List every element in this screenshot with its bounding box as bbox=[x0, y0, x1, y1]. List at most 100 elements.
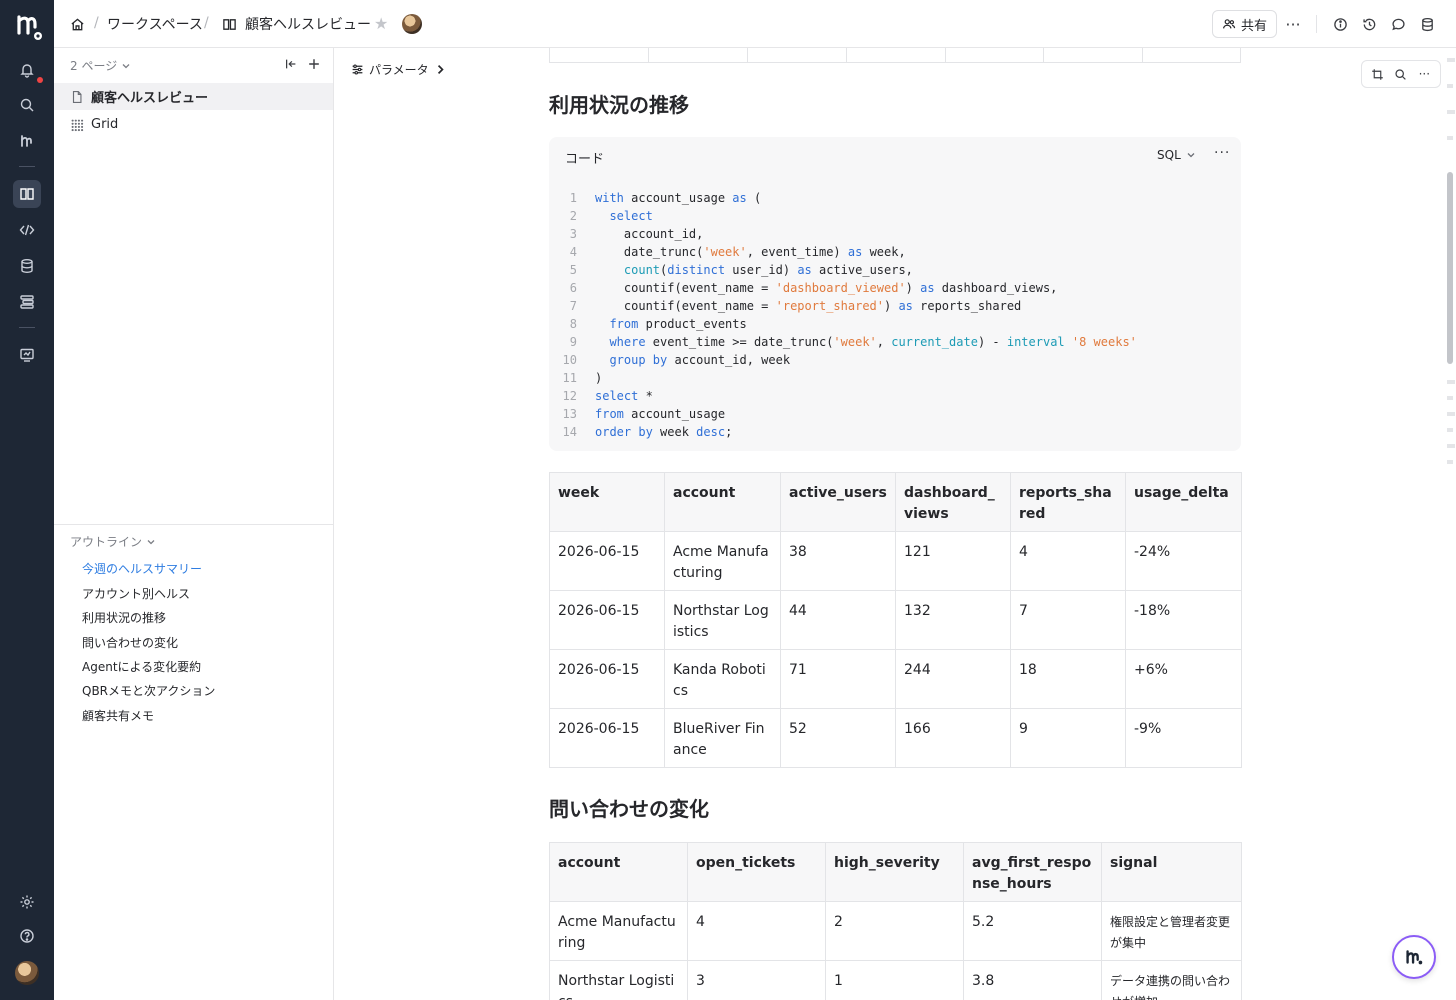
table-cell[interactable]: Northstar Logistics bbox=[549, 960, 688, 1000]
table-cell[interactable]: 5.2 bbox=[963, 901, 1102, 961]
table-cell[interactable]: 38 bbox=[780, 531, 896, 591]
collapse-sidebar-icon[interactable] bbox=[283, 56, 299, 72]
language-label: SQL bbox=[1157, 148, 1181, 162]
table-cell[interactable]: 権限設定と管理者変更が集中 bbox=[1101, 901, 1242, 961]
app-rail bbox=[0, 0, 54, 1000]
scrollbar-thumb[interactable] bbox=[1447, 172, 1453, 364]
book-icon[interactable] bbox=[13, 180, 41, 208]
table-cell[interactable]: データ連携の問い合わせが増加 bbox=[1101, 960, 1242, 1000]
share-button[interactable]: 共有 bbox=[1212, 10, 1277, 38]
users-icon bbox=[1222, 19, 1236, 29]
page-item-grid[interactable]: Grid bbox=[54, 111, 333, 138]
pages-dropdown[interactable]: 2 ページ bbox=[70, 57, 131, 74]
table-cell[interactable]: Acme Manufacturing bbox=[549, 901, 688, 961]
table-cell[interactable]: Northstar Logistics bbox=[664, 590, 781, 650]
table-cell[interactable]: BlueRiver Finance bbox=[664, 708, 781, 768]
table-cell[interactable]: +6% bbox=[1125, 649, 1242, 709]
layers-icon[interactable] bbox=[15, 290, 39, 314]
code-line: 11) bbox=[562, 371, 603, 385]
table-cell[interactable]: 2 bbox=[825, 901, 964, 961]
home-icon[interactable] bbox=[70, 0, 85, 48]
app-logo[interactable] bbox=[13, 12, 43, 42]
outline-item[interactable]: 今週のヘルスサマリー bbox=[82, 560, 202, 577]
hex-logo-icon[interactable] bbox=[15, 129, 39, 153]
assistant-launcher-button[interactable] bbox=[1392, 935, 1436, 979]
table-cell[interactable]: 4 bbox=[1010, 531, 1126, 591]
outline-item[interactable]: 顧客共有メモ bbox=[82, 707, 154, 724]
gear-icon[interactable] bbox=[15, 890, 39, 914]
code-editor[interactable]: 1 with account_usage as ( 2 select 3 acco… bbox=[549, 189, 1241, 441]
help-icon[interactable] bbox=[15, 924, 39, 948]
data-icon[interactable] bbox=[1418, 15, 1436, 33]
user-avatar[interactable] bbox=[15, 961, 39, 985]
table-cell[interactable]: 244 bbox=[895, 649, 1011, 709]
column-header[interactable]: account bbox=[664, 472, 781, 532]
column-header[interactable]: signal bbox=[1101, 842, 1242, 902]
table-cell[interactable]: 7 bbox=[1010, 590, 1126, 650]
table-cell[interactable]: 2026-06-15 bbox=[549, 531, 665, 591]
dashboard-icon[interactable] bbox=[15, 343, 39, 367]
table-cell[interactable]: -18% bbox=[1125, 590, 1242, 650]
bell-icon[interactable] bbox=[15, 58, 39, 82]
column-header[interactable]: usage_delta bbox=[1125, 472, 1242, 532]
more-icon[interactable]: ··· bbox=[1214, 145, 1230, 161]
table-cell[interactable]: 71 bbox=[780, 649, 896, 709]
table-cell[interactable]: -9% bbox=[1125, 708, 1242, 768]
database-icon[interactable] bbox=[15, 254, 39, 278]
table-cell[interactable]: 132 bbox=[895, 590, 1011, 650]
outline-item[interactable]: 利用状況の推移 bbox=[82, 609, 166, 626]
column-header[interactable]: high_severity bbox=[825, 842, 964, 902]
star-icon[interactable]: ★ bbox=[374, 14, 388, 33]
outline-item[interactable]: 問い合わせの変化 bbox=[82, 634, 178, 651]
column-header[interactable]: dashboard_views bbox=[895, 472, 1011, 532]
table-row: Acme Manufacturing 4 2 5.2 権限設定と管理者変更が集中 bbox=[549, 901, 1242, 961]
crop-icon[interactable] bbox=[1370, 66, 1386, 82]
outline-toggle[interactable]: アウトライン bbox=[70, 533, 156, 550]
table-cell[interactable]: Acme Manufacturing bbox=[664, 531, 781, 591]
history-icon[interactable] bbox=[1360, 15, 1378, 33]
outline-item[interactable]: Agentによる変化要約 bbox=[82, 658, 201, 675]
table-cell[interactable]: 2026-06-15 bbox=[549, 590, 665, 650]
column-header[interactable]: open_tickets bbox=[687, 842, 826, 902]
add-page-icon[interactable] bbox=[306, 56, 322, 72]
breadcrumb-workspace[interactable]: ワークスペース bbox=[107, 0, 203, 48]
code-line: 7 countif(event_name = 'report_shared') … bbox=[569, 299, 1022, 313]
table-cell[interactable]: 3 bbox=[687, 960, 826, 1000]
table-cell[interactable]: 121 bbox=[895, 531, 1011, 591]
column-header[interactable]: account bbox=[549, 842, 688, 902]
language-select[interactable]: SQL bbox=[1157, 148, 1196, 162]
collaborator-avatar[interactable] bbox=[402, 14, 422, 34]
sql-code-cell[interactable]: コード SQL ··· 1 with account_usage as ( 2 s… bbox=[549, 137, 1241, 451]
table-cell[interactable]: 44 bbox=[780, 590, 896, 650]
table-cell[interactable]: 2026-06-15 bbox=[549, 649, 665, 709]
code-icon[interactable] bbox=[15, 218, 39, 242]
page-item-customer-health[interactable]: 顧客ヘルスレビュー bbox=[54, 83, 333, 110]
breadcrumb-notebook[interactable]: 顧客ヘルスレビュー bbox=[222, 0, 371, 48]
column-header[interactable]: reports_shared bbox=[1010, 472, 1126, 532]
info-icon[interactable] bbox=[1331, 15, 1349, 33]
table-cell[interactable]: Kanda Robotics bbox=[664, 649, 781, 709]
search-icon[interactable] bbox=[1393, 66, 1409, 82]
search-icon[interactable] bbox=[15, 93, 39, 117]
table-cell[interactable]: 2026-06-15 bbox=[549, 708, 665, 768]
table-cell[interactable]: 166 bbox=[895, 708, 1011, 768]
table-cell[interactable]: 1 bbox=[825, 960, 964, 1000]
more-icon[interactable]: ··· bbox=[1284, 15, 1302, 34]
parameters-toggle[interactable]: パラメータ bbox=[351, 61, 447, 78]
table-cell[interactable]: 9 bbox=[1010, 708, 1126, 768]
sliders-icon bbox=[352, 64, 363, 75]
table-cell[interactable]: 52 bbox=[780, 708, 896, 768]
table-cell[interactable]: -24% bbox=[1125, 531, 1242, 591]
outline-item[interactable]: アカウント別ヘルス bbox=[82, 585, 190, 602]
column-header[interactable]: week bbox=[549, 472, 665, 532]
more-icon[interactable]: ··· bbox=[1416, 66, 1432, 82]
outline-item[interactable]: QBRメモと次アクション bbox=[82, 682, 215, 699]
column-header[interactable]: active_users bbox=[780, 472, 896, 532]
column-header[interactable]: avg_first_response_hours bbox=[963, 842, 1102, 902]
code-line: 5 count(distinct user_id) as active_user… bbox=[569, 263, 913, 277]
table-cell[interactable]: 4 bbox=[687, 901, 826, 961]
table-cell[interactable]: 18 bbox=[1010, 649, 1126, 709]
table-cell[interactable]: 3.8 bbox=[963, 960, 1102, 1000]
comment-icon[interactable] bbox=[1389, 15, 1407, 33]
outline-divider bbox=[54, 524, 333, 525]
